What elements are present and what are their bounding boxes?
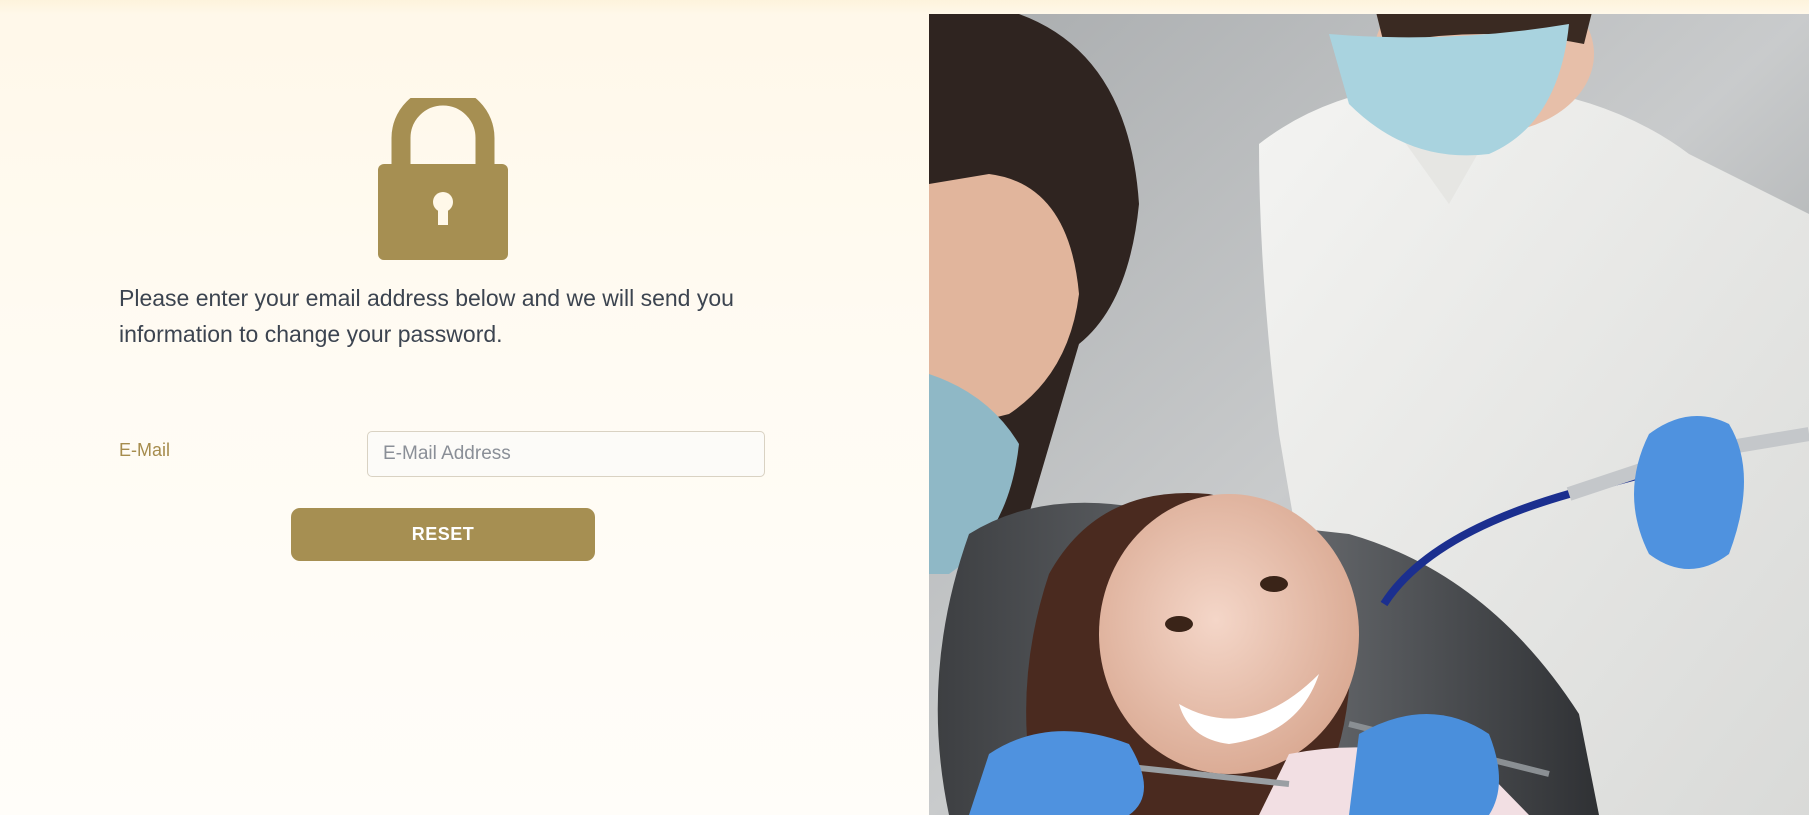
email-label: E-Mail xyxy=(119,440,171,460)
instructions-text: Please enter your email address below an… xyxy=(119,285,734,347)
lock-icon xyxy=(378,98,508,260)
reset-button[interactable]: RESET xyxy=(291,508,595,561)
dental-checkup-photo xyxy=(929,14,1809,815)
top-band xyxy=(0,0,1809,14)
email-input[interactable] xyxy=(367,431,765,477)
